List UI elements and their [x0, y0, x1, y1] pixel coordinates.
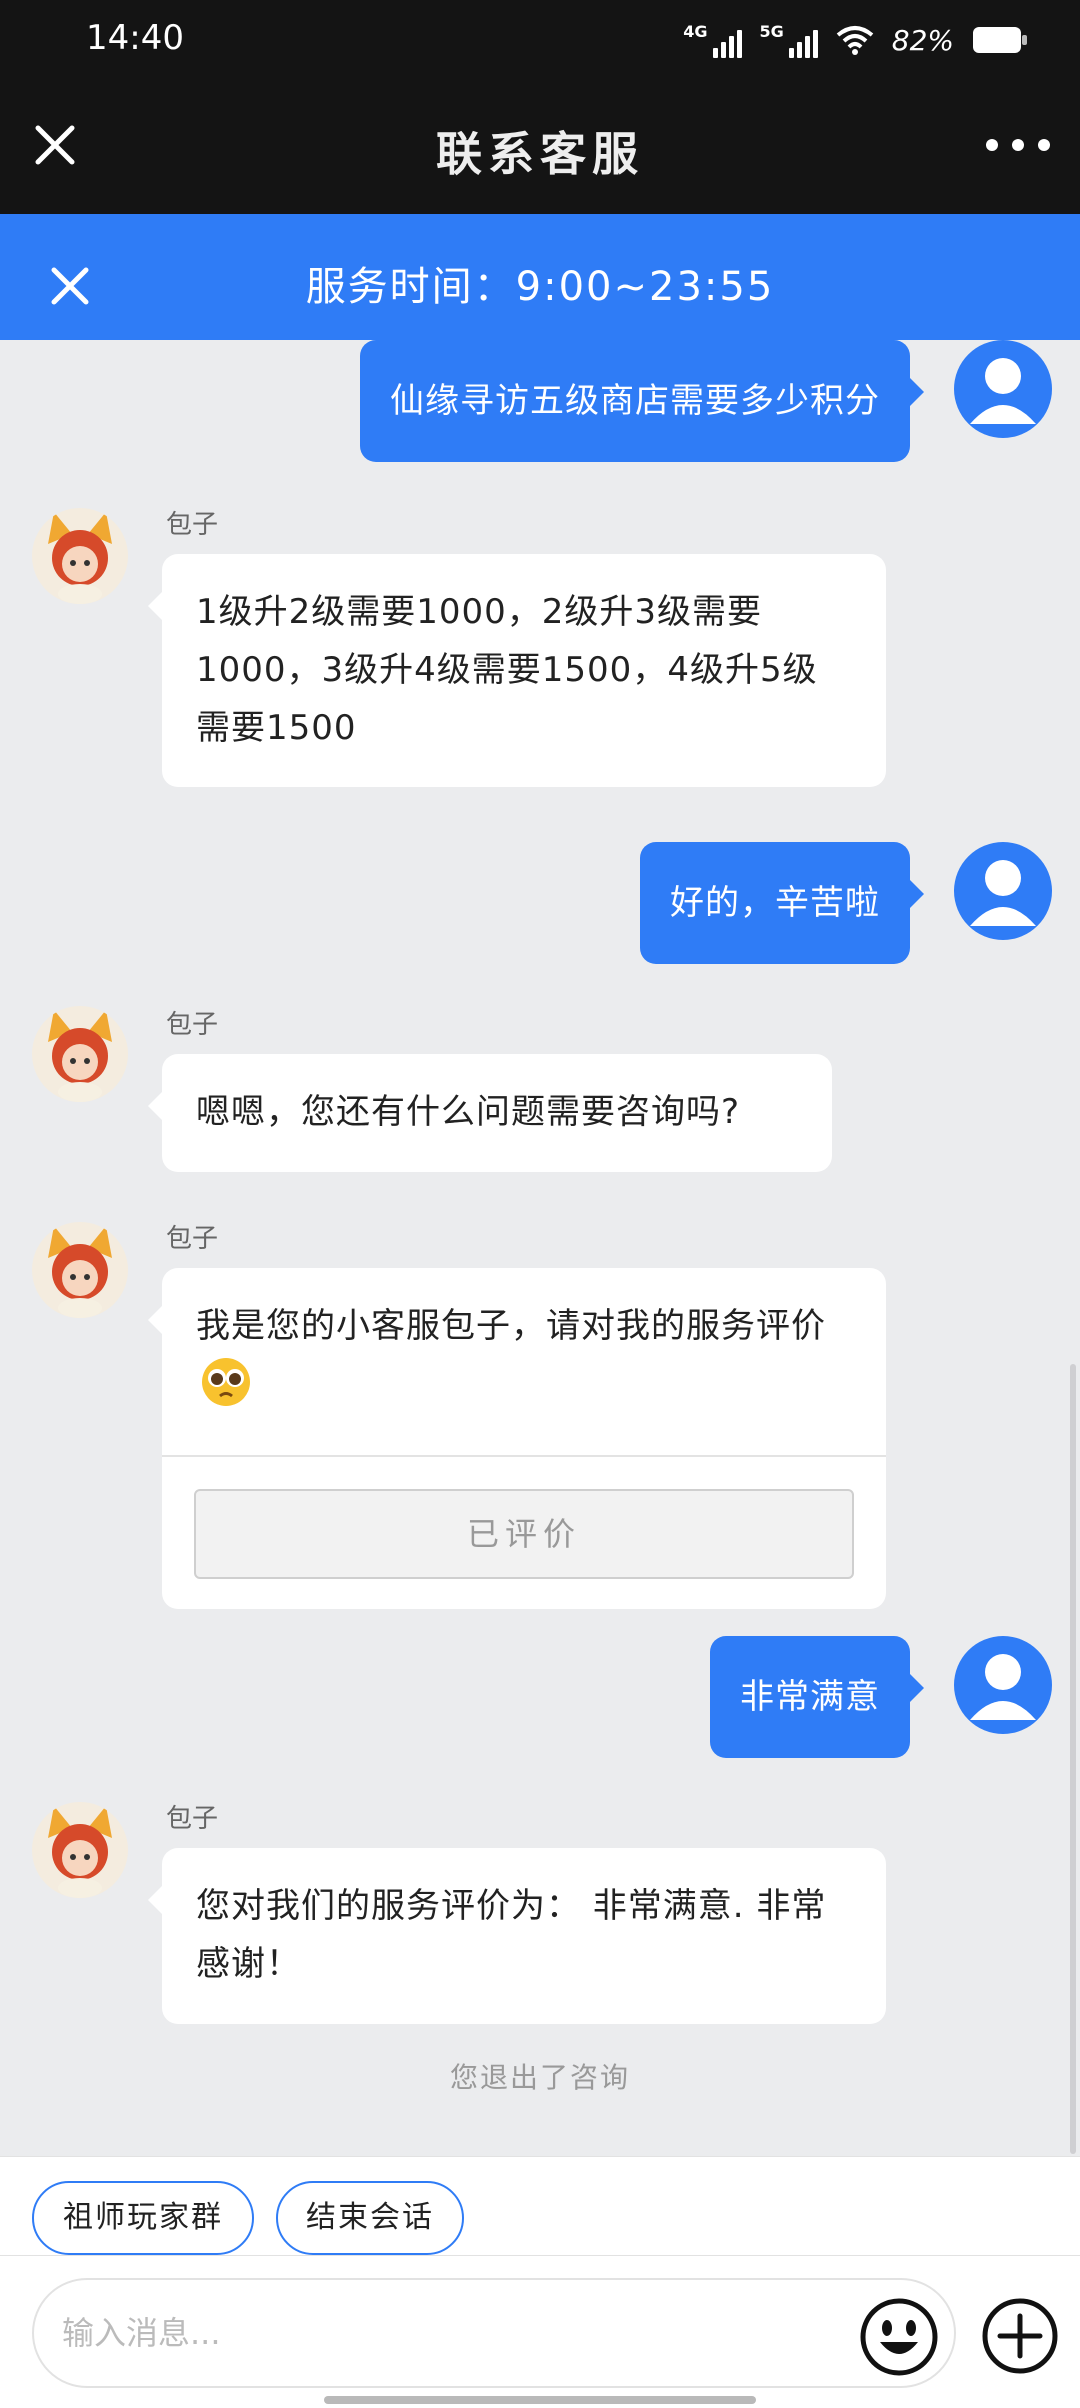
- status-indicators: 4G 5G 82%: [683, 22, 1028, 58]
- wifi-icon: [836, 25, 874, 55]
- agent-message: 嗯嗯，您还有什么问题需要咨询吗?: [148, 1054, 832, 1172]
- battery-percent: 82%: [891, 23, 954, 57]
- network-label-1: 4G: [683, 22, 708, 41]
- rated-button[interactable]: 已评价: [194, 1488, 854, 1579]
- battery-icon: [972, 25, 1028, 55]
- service-hours-banner: 服务时间：9:00~23:55: [0, 214, 1080, 340]
- rating-message: 我是您的小客服包子，请对我的服务评价 已评价: [148, 1268, 886, 1609]
- agent-message-text: 嗯嗯，您还有什么问题需要咨询吗?: [196, 1092, 741, 1132]
- quick-actions-bar: 祖师玩家群 结束会话: [0, 2156, 1080, 2256]
- agent-avatar: [32, 1222, 128, 1318]
- user-message: 仙缘寻访五级商店需要多少积分: [360, 340, 924, 463]
- agent-message-text: 1级升2级需要1000，2级升3级需要1000，3级升4级需要1500，4级升5…: [196, 592, 818, 748]
- agent-avatar: [32, 508, 128, 604]
- agent-name: 包子: [166, 1224, 219, 1254]
- agent-name: 包子: [166, 510, 219, 540]
- emoji-icon[interactable]: [858, 2296, 940, 2378]
- chat-area[interactable]: 仙缘寻访五级商店需要多少积分 包子 1级升2级需要1000，2级升3级需要100…: [0, 340, 1080, 2156]
- agent-avatar: [32, 1006, 128, 1102]
- top-header: 14:40 4G 5G 82% 联系客服: [0, 0, 1080, 214]
- user-message-text: 非常满意: [740, 1677, 880, 1717]
- chat-scrollbar[interactable]: [1070, 1364, 1076, 2154]
- user-message-text: 好的，辛苦啦: [670, 883, 880, 923]
- agent-message-text: 您对我们的服务评价为： 非常满意. 非常感谢！: [196, 1886, 827, 1984]
- user-avatar-icon: [954, 1636, 1052, 1734]
- more-icon[interactable]: [986, 130, 1050, 160]
- user-message-text: 仙缘寻访五级商店需要多少积分: [390, 381, 880, 421]
- agent-avatar: [32, 1802, 128, 1898]
- agent-message: 您对我们的服务评价为： 非常满意. 非常感谢！: [148, 1848, 886, 2024]
- input-bar: [0, 2256, 1080, 2408]
- signal-5g-icon: 5G: [760, 22, 818, 58]
- quick-action-end-session[interactable]: 结束会话: [276, 2181, 464, 2255]
- user-message: 非常满意: [710, 1636, 924, 1759]
- agent-name: 包子: [166, 1804, 219, 1834]
- system-note: 您退出了咨询: [449, 2061, 630, 2094]
- pleading-face-emoji: [200, 1356, 252, 1427]
- rating-area: 已评价: [162, 1454, 886, 1579]
- user-message: 好的，辛苦啦: [640, 842, 924, 965]
- agent-name: 包子: [166, 1010, 219, 1040]
- page-title: 联系客服: [436, 127, 644, 181]
- quick-action-player-group[interactable]: 祖师玩家群: [32, 2181, 254, 2255]
- agent-message-text: 我是您的小客服包子，请对我的服务评价: [196, 1306, 826, 1346]
- message-input[interactable]: [32, 2278, 956, 2388]
- user-avatar-icon: [954, 842, 1052, 940]
- user-avatar-icon: [954, 340, 1052, 438]
- network-label-2: 5G: [759, 22, 784, 41]
- service-hours-text: 服务时间：9:00~23:55: [305, 264, 775, 310]
- agent-message: 1级升2级需要1000，2级升3级需要1000，3级升4级需要1500，4级升5…: [148, 554, 886, 788]
- title-bar: 联系客服: [0, 96, 1080, 214]
- signal-4g-icon: 4G: [683, 22, 742, 58]
- plus-icon[interactable]: [980, 2296, 1060, 2376]
- status-time: 14:40: [86, 18, 184, 58]
- home-indicator[interactable]: [324, 2396, 756, 2404]
